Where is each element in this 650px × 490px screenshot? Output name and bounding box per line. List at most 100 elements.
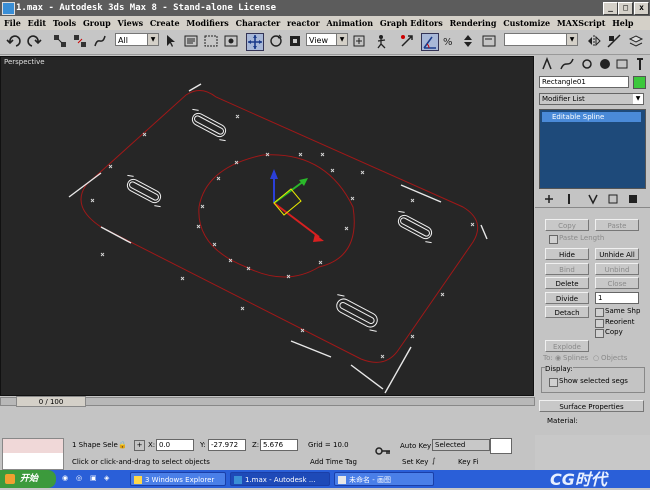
quick-launch-icon[interactable]: ◉ <box>62 474 68 482</box>
maxscript-listener[interactable] <box>2 438 64 470</box>
reference-coordinate-dropdown[interactable]: View ▼ <box>306 33 348 46</box>
menu-reactor[interactable]: reactor <box>287 16 320 30</box>
surface-properties-rollout[interactable]: Surface Properties <box>539 400 644 412</box>
capsule-shapes[interactable] <box>121 108 438 334</box>
z-coordinate-field[interactable]: 5.676 <box>260 439 298 451</box>
y-coordinate-field[interactable]: -27.972 <box>208 439 246 451</box>
quick-launch-icon[interactable]: ▣ <box>90 474 97 482</box>
menu-animation[interactable]: Animation <box>326 16 373 30</box>
paste-length-checkbox[interactable] <box>549 235 558 244</box>
close-spline-button[interactable]: Close <box>595 277 639 289</box>
viewport-label[interactable]: Perspective <box>4 58 45 66</box>
selection-filter-dropdown[interactable]: All ▼ <box>115 33 159 46</box>
transform-gizmo[interactable] <box>270 169 324 242</box>
menu-views[interactable]: Views <box>118 16 144 30</box>
hide-button[interactable]: Hide <box>545 248 589 260</box>
time-slider-thumb[interactable]: 0 / 100 <box>16 396 86 407</box>
percent-snap-icon[interactable]: % <box>441 33 457 49</box>
mirror-icon[interactable] <box>586 33 602 49</box>
menu-rendering[interactable]: Rendering <box>450 16 497 30</box>
delete-button[interactable]: Delete <box>545 277 589 289</box>
menu-help[interactable]: Help <box>612 16 633 30</box>
pivot-point-center-icon[interactable] <box>351 33 367 49</box>
time-slider[interactable]: 0 / 100 <box>0 396 535 408</box>
minimize-button[interactable]: _ <box>603 2 618 15</box>
layer-manager-icon[interactable] <box>628 33 644 49</box>
key-filters-button[interactable]: Key Fi <box>458 458 478 466</box>
rectangular-selection-icon[interactable] <box>203 33 219 49</box>
start-button[interactable]: 开始 <box>0 470 56 488</box>
copy-button[interactable]: Copy <box>545 219 589 231</box>
copy-checkbox[interactable] <box>595 329 604 338</box>
auto-key-button[interactable]: Auto Key <box>400 442 431 450</box>
window-crossing-icon[interactable] <box>223 33 239 49</box>
main-toolbar: All ▼ View ▼ % ▼ <box>0 30 650 55</box>
select-and-rotate-icon[interactable] <box>268 33 284 49</box>
show-selected-segs-checkbox[interactable] <box>549 378 558 387</box>
taskbar-item-3dsmax[interactable]: 1.max - Autodesk ... <box>230 472 330 486</box>
key-mode-value: Selected <box>435 441 466 449</box>
taskbar-item-explorer[interactable]: 3 Windows Explorer <box>130 472 226 486</box>
bind-button[interactable]: Bind <box>545 263 589 275</box>
menu-edit[interactable]: Edit <box>28 16 46 30</box>
menu-file[interactable]: File <box>4 16 21 30</box>
object-color-swatch[interactable] <box>633 76 646 89</box>
unlink-selection-icon[interactable] <box>72 33 88 49</box>
bind-to-space-warp-icon[interactable] <box>92 33 108 49</box>
select-and-manipulate-icon[interactable] <box>375 33 391 49</box>
close-button[interactable]: x <box>634 2 649 15</box>
unbind-button[interactable]: Unbind <box>595 263 639 275</box>
taskbar-item-paint[interactable]: 未命名 - 画图 <box>334 472 434 486</box>
maximize-button[interactable]: □ <box>618 2 633 15</box>
menu-tools[interactable]: Tools <box>53 16 76 30</box>
perspective-viewport[interactable] <box>0 56 534 396</box>
reorient-checkbox[interactable] <box>595 319 604 328</box>
divide-button[interactable]: Divide <box>545 292 589 304</box>
radio-splines-icon[interactable]: ◉ <box>555 354 561 362</box>
undo-icon[interactable] <box>6 33 22 49</box>
align-icon[interactable] <box>606 33 622 49</box>
angle-snap-icon[interactable] <box>421 33 439 51</box>
quick-launch-icon[interactable]: ◎ <box>76 474 82 482</box>
named-selection-dropdown[interactable]: ▼ <box>504 33 578 46</box>
menu-group[interactable]: Group <box>83 16 111 30</box>
unhide-all-button[interactable]: Unhide All <box>595 248 639 260</box>
select-and-link-icon[interactable] <box>52 33 68 49</box>
lock-icon[interactable]: 🔒 <box>118 441 127 449</box>
radio-objects-icon[interactable]: ○ <box>593 354 599 362</box>
redo-icon[interactable] <box>26 33 42 49</box>
menu-graph-editors[interactable]: Graph Editors <box>380 16 443 30</box>
menu-create[interactable]: Create <box>150 16 180 30</box>
absolute-mode-icon[interactable]: + <box>134 440 145 451</box>
key-icon[interactable] <box>375 446 391 456</box>
curve-icon[interactable]: ∫ <box>432 457 436 465</box>
same-shape-checkbox[interactable] <box>595 308 604 317</box>
detach-button[interactable]: Detach <box>545 306 589 318</box>
menu-character[interactable]: Character <box>236 16 281 30</box>
menu-maxscript[interactable]: MAXScript <box>557 16 605 30</box>
select-by-name-icon[interactable] <box>183 33 199 49</box>
spinner-snap-icon[interactable] <box>460 33 476 49</box>
explode-button[interactable]: Explode <box>545 340 589 352</box>
quick-launch-icon[interactable]: ◈ <box>104 474 109 482</box>
set-key-button[interactable]: Set Key <box>402 458 428 466</box>
menu-customize[interactable]: Customize <box>503 16 550 30</box>
viewport-scene <box>68 83 488 394</box>
divide-spinner[interactable]: 1 <box>595 292 639 304</box>
paste-button[interactable]: Paste <box>595 219 639 231</box>
x-coordinate-field[interactable]: 0.0 <box>156 439 194 451</box>
object-name-field[interactable]: Rectangle01 <box>539 76 629 88</box>
command-panel-tabs[interactable] <box>539 57 647 71</box>
snap-toggle-icon[interactable] <box>399 33 415 49</box>
menu-modifiers[interactable]: Modifiers <box>186 16 228 30</box>
named-selection-sets-icon[interactable] <box>481 33 497 49</box>
select-and-move-icon[interactable] <box>246 33 264 51</box>
ellipse-spline[interactable] <box>198 154 355 278</box>
select-and-scale-icon[interactable] <box>287 33 303 49</box>
rectangle-spline[interactable] <box>80 90 479 363</box>
add-time-tag-button[interactable]: Add Time Tag <box>310 458 357 466</box>
select-object-icon[interactable] <box>163 33 179 49</box>
modifier-list-dropdown[interactable]: Modifier List ▼ <box>539 93 644 105</box>
stack-item-editable-spline[interactable]: Editable Spline <box>542 112 641 122</box>
stack-controls[interactable] <box>543 193 643 205</box>
